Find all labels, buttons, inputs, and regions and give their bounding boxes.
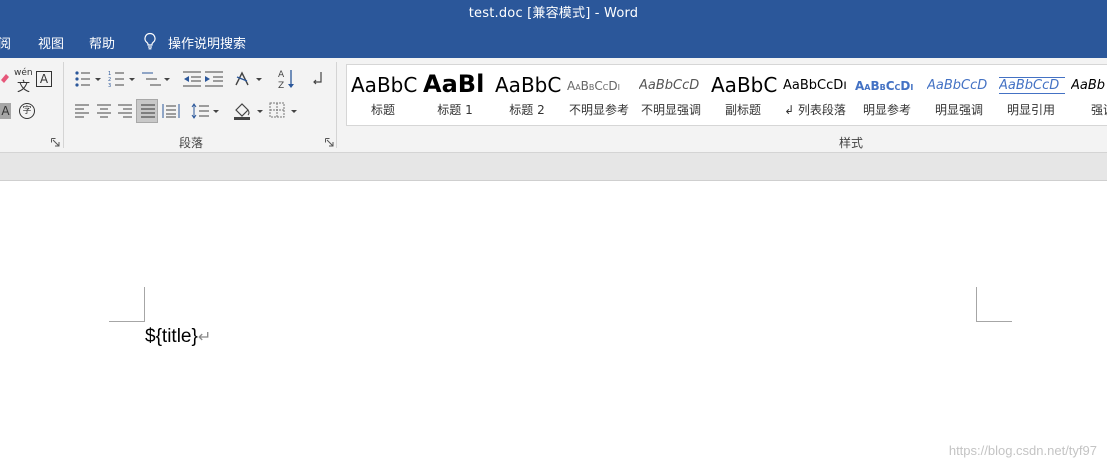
svg-text:3: 3 bbox=[108, 83, 111, 88]
borders-icon[interactable] bbox=[269, 102, 299, 120]
style-intense-reference[interactable]: AaBbCcDı 明显参考 bbox=[851, 65, 923, 125]
align-right-icon[interactable] bbox=[117, 103, 133, 119]
char-border-button[interactable]: A bbox=[36, 71, 52, 87]
style-subtitle[interactable]: AaBbC 副标题 bbox=[707, 65, 779, 125]
svg-text:A: A bbox=[278, 70, 285, 80]
line-spacing-icon[interactable] bbox=[191, 102, 221, 120]
style-heading-1[interactable]: AaBl 标题 1 bbox=[419, 65, 491, 125]
style-name: 明显引用 bbox=[1006, 103, 1055, 117]
ribbon: wén 文 A A 字 1 2 3 A Z 段落 AaBbC 标题 AaBl 标… bbox=[0, 58, 1107, 153]
tab-view[interactable]: 视图 bbox=[38, 33, 64, 52]
chinese-layout-icon[interactable] bbox=[234, 70, 264, 88]
paragraph-group-label: 段落 bbox=[179, 136, 204, 150]
style-name: 明显强调 bbox=[934, 103, 983, 117]
char-shading-button[interactable]: A bbox=[0, 103, 11, 119]
numbering-icon[interactable]: 1 2 3 bbox=[108, 70, 136, 88]
style-name: 副标题 bbox=[724, 103, 761, 117]
styles-gallery: AaBbC 标题 AaBl 标题 1 AaBbC 标题 2 AaBbCcDı 不… bbox=[346, 64, 1107, 126]
style-name: 强调 bbox=[1090, 103, 1107, 117]
style-name: 不明显参考 bbox=[568, 103, 629, 117]
tab-help[interactable]: 帮助 bbox=[89, 33, 115, 52]
paragraph-mark: ↵ bbox=[197, 329, 212, 346]
phonetic-guide-char: 文 bbox=[17, 80, 31, 95]
shading-icon[interactable] bbox=[233, 101, 265, 121]
style-name: 明显参考 bbox=[862, 103, 911, 117]
bullets-icon[interactable] bbox=[74, 70, 102, 88]
align-left-icon[interactable] bbox=[74, 103, 90, 119]
style-name: 标题 1 bbox=[437, 103, 473, 117]
enclose-char-button[interactable]: 字 bbox=[19, 103, 35, 119]
document-body-text[interactable]: ${title}↵ bbox=[145, 326, 211, 348]
document-page[interactable]: ${title}↵ https://blog.csdn.net/tyf97 bbox=[0, 181, 1107, 468]
phonetic-guide-button[interactable]: wén 文 bbox=[13, 68, 33, 95]
style-intense-quote[interactable]: AaBbCcD 明显引用 bbox=[995, 65, 1067, 125]
style-sample: AaBb bbox=[1071, 78, 1106, 93]
menu-bar: 阅 视图 帮助 操作说明搜索 bbox=[0, 22, 1107, 58]
show-hide-marks-icon[interactable] bbox=[311, 70, 325, 88]
style-list-paragraph[interactable]: AaBbCcDı ↲ 列表段落 bbox=[779, 65, 851, 125]
font-dialog-launcher-icon[interactable] bbox=[51, 138, 60, 147]
style-sample: AaBbCcDı bbox=[855, 79, 914, 93]
style-name: 标题 bbox=[370, 103, 395, 117]
style-sample: AaBl bbox=[423, 70, 485, 98]
ruler-area bbox=[0, 153, 1107, 181]
style-heading-2[interactable]: AaBbC 标题 2 bbox=[491, 65, 563, 125]
justify-button[interactable] bbox=[136, 99, 158, 123]
style-subtle-emphasis[interactable]: AaBbCcD 不明显强调 bbox=[635, 65, 707, 125]
style-sample: AaBbCcD bbox=[639, 78, 700, 93]
style-name: 不明显强调 bbox=[640, 103, 701, 117]
title-bar: test.doc [兼容模式] - Word bbox=[0, 0, 1107, 22]
styles-group-label: 样式 bbox=[839, 136, 864, 150]
style-emphasis[interactable]: AaBb 强调 bbox=[1067, 65, 1107, 125]
margin-mark-top-left bbox=[109, 287, 145, 322]
style-sample: AaBbC bbox=[495, 73, 561, 97]
tell-me-search[interactable]: 操作说明搜索 bbox=[168, 33, 246, 52]
style-sample: AaBbCcD bbox=[999, 77, 1065, 94]
style-sample: AaBbCcDı bbox=[567, 79, 620, 93]
paragraph-dialog-launcher-icon[interactable] bbox=[325, 138, 334, 147]
eraser-icon[interactable] bbox=[0, 72, 10, 84]
placeholder-text: ${title} bbox=[145, 326, 198, 347]
style-sample: AaBbC bbox=[711, 73, 777, 97]
style-name: 标题 2 bbox=[509, 103, 545, 117]
style-sample: AaBbCcD bbox=[927, 78, 988, 93]
increase-indent-icon[interactable] bbox=[204, 70, 224, 88]
svg-text:Z: Z bbox=[278, 81, 284, 90]
align-center-icon[interactable] bbox=[96, 103, 112, 119]
justify-icon bbox=[141, 104, 155, 118]
distributed-icon[interactable] bbox=[162, 103, 180, 119]
decrease-indent-icon[interactable] bbox=[182, 70, 202, 88]
watermark: https://blog.csdn.net/tyf97 bbox=[948, 443, 1097, 458]
multilevel-list-icon[interactable] bbox=[141, 70, 171, 88]
style-sample: AaBbCcDı bbox=[783, 78, 847, 93]
window-title: test.doc [兼容模式] - Word bbox=[468, 6, 639, 21]
sort-icon[interactable]: A Z bbox=[278, 68, 296, 90]
margin-mark-top-right bbox=[976, 287, 1012, 322]
group-separator bbox=[63, 62, 64, 148]
group-separator bbox=[336, 62, 337, 148]
style-subtle-reference[interactable]: AaBbCcDı 不明显参考 bbox=[563, 65, 635, 125]
tab-review[interactable]: 阅 bbox=[0, 33, 11, 52]
style-intense-emphasis[interactable]: AaBbCcD 明显强调 bbox=[923, 65, 995, 125]
style-title[interactable]: AaBbC 标题 bbox=[347, 65, 419, 125]
style-name: ↲ 列表段落 bbox=[784, 103, 846, 117]
style-sample: AaBbC bbox=[351, 73, 417, 97]
lightbulb-icon[interactable] bbox=[142, 32, 158, 50]
